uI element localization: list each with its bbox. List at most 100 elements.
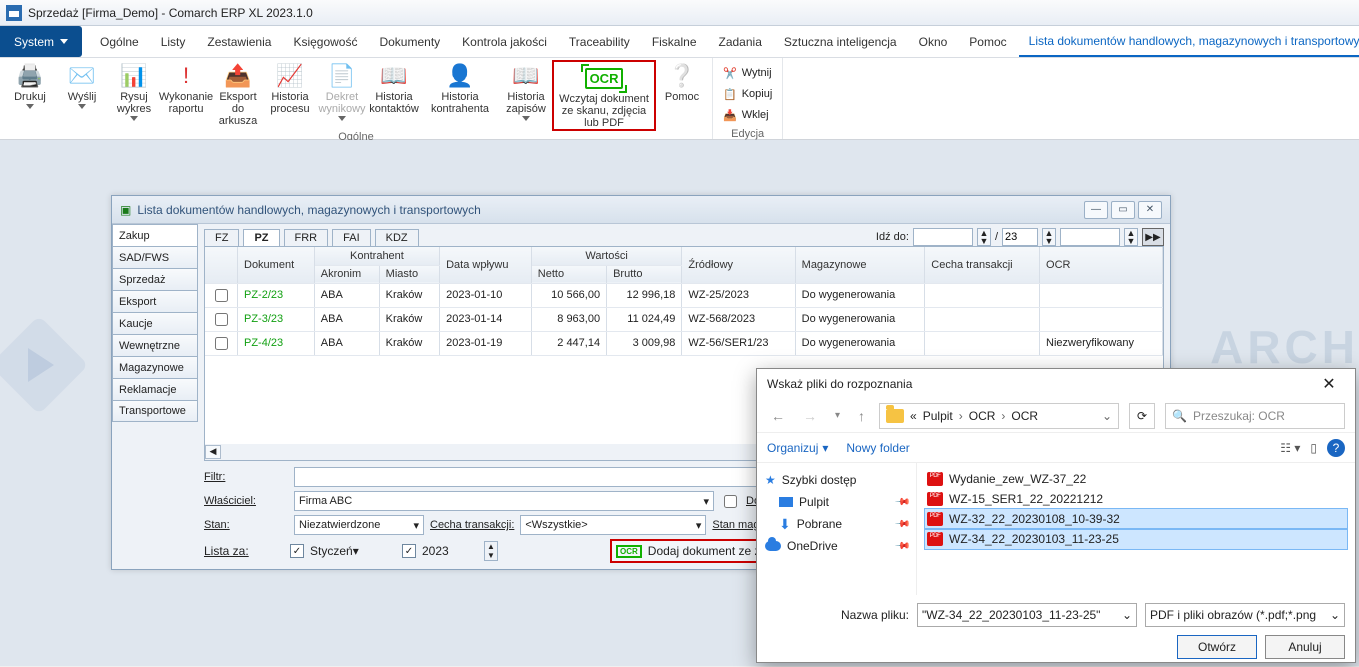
dokumenty-ocr-checkbox[interactable] bbox=[724, 495, 737, 508]
tab-kdz[interactable]: KDZ bbox=[375, 229, 419, 246]
dialog-close-button[interactable]: ✕ bbox=[1313, 372, 1345, 396]
menu-pomoc[interactable]: Pomoc bbox=[959, 26, 1016, 57]
menu-zadania[interactable]: Zadania bbox=[709, 26, 772, 57]
goto-spin-1[interactable]: ▲▼ bbox=[977, 228, 991, 246]
tab-pz[interactable]: PZ bbox=[243, 229, 279, 246]
col-cecha[interactable]: Cecha transakcji bbox=[925, 247, 1040, 283]
tab-fai[interactable]: FAI bbox=[332, 229, 371, 246]
side-tab-eksport[interactable]: Eksport bbox=[112, 290, 198, 312]
owner-select[interactable]: Firma ABC▾ bbox=[294, 491, 714, 511]
side-tab-zakup[interactable]: Zakup bbox=[112, 224, 198, 246]
month-select[interactable]: Styczeń▾ bbox=[310, 544, 396, 558]
menu-fiskalne[interactable]: Fiskalne bbox=[642, 26, 707, 57]
search-input[interactable]: 🔍 Przeszukaj: OCR bbox=[1165, 403, 1345, 429]
filename-input[interactable]: "WZ-34_22_20230103_11-23-25"⌄ bbox=[917, 603, 1137, 627]
file-list[interactable]: Wydanie_zew_WZ-37_22WZ-15_SER1_22_202212… bbox=[917, 463, 1355, 595]
view-menu-icon[interactable]: ☷ ▾ bbox=[1280, 441, 1300, 455]
ribbon-hist-kontaktow[interactable]: 📖Historia kontaktów bbox=[368, 60, 420, 131]
year-checkbox[interactable]: ✓ bbox=[402, 544, 416, 558]
window-close-button[interactable]: ✕ bbox=[1138, 201, 1162, 219]
month-checkbox[interactable]: ✓ bbox=[290, 544, 304, 558]
col-netto[interactable]: Netto bbox=[531, 265, 606, 283]
file-item[interactable]: WZ-32_22_20230108_10-39-32 bbox=[925, 509, 1347, 529]
menu-ogolne[interactable]: Ogólne bbox=[90, 26, 149, 57]
table-row[interactable]: PZ-4/23 ABAKraków2023-01-19 2 447,143 00… bbox=[205, 331, 1163, 355]
doc-number[interactable]: PZ-3/23 bbox=[244, 313, 283, 325]
menu-ai[interactable]: Sztuczna inteligencja bbox=[774, 26, 907, 57]
ribbon-pomoc[interactable]: ❔Pomoc bbox=[656, 60, 708, 131]
tab-fz[interactable]: FZ bbox=[204, 229, 239, 246]
help-icon[interactable]: ? bbox=[1327, 439, 1345, 457]
year-input[interactable]: 2023 bbox=[422, 544, 478, 558]
nav-recent-icon[interactable]: ▾ bbox=[831, 408, 844, 423]
window-maximize-button[interactable]: ▭ bbox=[1111, 201, 1135, 219]
scroll-left-icon[interactable]: ◀ bbox=[205, 445, 221, 459]
menu-dokumenty[interactable]: Dokumenty bbox=[369, 26, 450, 57]
tree-onedrive[interactable]: OneDrive📌 bbox=[765, 535, 908, 557]
side-tab-magazyn[interactable]: Magazynowe bbox=[112, 356, 198, 378]
row-checkbox[interactable] bbox=[215, 337, 228, 350]
tab-frr[interactable]: FRR bbox=[284, 229, 329, 246]
menu-zestawienia[interactable]: Zestawienia bbox=[197, 26, 281, 57]
breadcrumb[interactable]: « Pulpit› OCR› OCR ⌄ bbox=[879, 403, 1119, 429]
ribbon-hist-kontrahenta[interactable]: 👤Historia kontrahenta bbox=[420, 60, 500, 131]
doc-number[interactable]: PZ-4/23 bbox=[244, 337, 283, 349]
side-tab-kaucje[interactable]: Kaucje bbox=[112, 312, 198, 334]
col-dokument[interactable]: Dokument bbox=[238, 247, 315, 283]
goto-button[interactable]: ▶▶ bbox=[1142, 228, 1164, 246]
nav-forward-icon[interactable]: → bbox=[799, 406, 821, 426]
tree-quick-access[interactable]: ★Szybki dostęp bbox=[765, 469, 908, 491]
file-item[interactable]: Wydanie_zew_WZ-37_22 bbox=[925, 469, 1347, 489]
nav-back-icon[interactable]: ← bbox=[767, 406, 789, 426]
cancel-button[interactable]: Anuluj bbox=[1265, 635, 1345, 659]
menu-traceability[interactable]: Traceability bbox=[559, 26, 640, 57]
ribbon-wyslij[interactable]: ✉️Wyślij bbox=[56, 60, 108, 131]
col-data[interactable]: Data wpływu bbox=[440, 247, 532, 283]
ribbon-rysuj[interactable]: 📊Rysuj wykres bbox=[108, 60, 160, 131]
col-kontrahent[interactable]: Kontrahent bbox=[314, 247, 439, 265]
side-tab-sad[interactable]: SAD/FWS bbox=[112, 246, 198, 268]
goto-input-3[interactable] bbox=[1060, 228, 1120, 246]
row-checkbox[interactable] bbox=[215, 313, 228, 326]
col-miasto[interactable]: Miasto bbox=[379, 265, 439, 283]
refresh-button[interactable]: ⟳ bbox=[1129, 403, 1155, 429]
state-select[interactable]: Niezatwierdzone▾ bbox=[294, 515, 424, 535]
goto-spin-2[interactable]: ▲▼ bbox=[1042, 228, 1056, 246]
menu-lista-dokumentow[interactable]: Lista dokumentów handlowych, magazynowyc… bbox=[1019, 26, 1359, 57]
tree-downloads[interactable]: ⬇Pobrane📌 bbox=[765, 513, 908, 535]
file-item[interactable]: WZ-34_22_20230103_11-23-25 bbox=[925, 529, 1347, 549]
table-row[interactable]: PZ-2/23 ABAKraków2023-01-10 10 566,0012 … bbox=[205, 283, 1163, 307]
goto-spin-3[interactable]: ▲▼ bbox=[1124, 228, 1138, 246]
ribbon-drukuj[interactable]: 🖨️Drukuj bbox=[4, 60, 56, 131]
goto-input-2[interactable] bbox=[1002, 228, 1038, 246]
file-item[interactable]: WZ-15_SER1_22_20221212 bbox=[925, 489, 1347, 509]
nav-tree[interactable]: ★Szybki dostęp Pulpit📌 ⬇Pobrane📌 OneDriv… bbox=[757, 463, 917, 595]
ribbon-ocr[interactable]: OCRWczytaj dokument ze skanu, zdjęcia lu… bbox=[552, 60, 656, 131]
col-akronim[interactable]: Akronim bbox=[314, 265, 379, 283]
ribbon-kopiuj[interactable]: 📋Kopiuj bbox=[723, 84, 772, 104]
menu-listy[interactable]: Listy bbox=[151, 26, 196, 57]
side-tab-wewn[interactable]: Wewnętrzne bbox=[112, 334, 198, 356]
col-wartosci[interactable]: Wartości bbox=[531, 247, 682, 265]
ribbon-hist-zapisow[interactable]: 📖Historia zapisów bbox=[500, 60, 552, 131]
col-brutto[interactable]: Brutto bbox=[607, 265, 682, 283]
col-zrodlowy[interactable]: Źródłowy bbox=[682, 247, 795, 283]
nav-up-icon[interactable]: ↑ bbox=[854, 406, 869, 426]
year-spinner[interactable]: ▲▼ bbox=[484, 541, 498, 561]
cecha-select[interactable]: <Wszystkie>▾ bbox=[520, 515, 706, 535]
preview-pane-icon[interactable]: ▯ bbox=[1310, 441, 1317, 455]
ribbon-historia-proc[interactable]: 📈Historia procesu bbox=[264, 60, 316, 131]
filetype-select[interactable]: PDF i pliki obrazów (*.pdf;*.png⌄ bbox=[1145, 603, 1345, 627]
goto-input-1[interactable] bbox=[913, 228, 973, 246]
ribbon-wykonanie[interactable]: !Wykonanie raportu bbox=[160, 60, 212, 131]
window-minimize-button[interactable]: — bbox=[1084, 201, 1108, 219]
caret-down-icon[interactable]: ⌄ bbox=[1122, 608, 1132, 622]
ribbon-wklej[interactable]: 📥Wklej bbox=[723, 105, 772, 125]
menu-okno[interactable]: Okno bbox=[909, 26, 958, 57]
new-folder-button[interactable]: Nowy folder bbox=[846, 441, 909, 455]
side-tab-transport[interactable]: Transportowe bbox=[112, 400, 198, 422]
side-tab-sprzedaz[interactable]: Sprzedaż bbox=[112, 268, 198, 290]
doc-number[interactable]: PZ-2/23 bbox=[244, 289, 283, 301]
organize-menu[interactable]: Organizuj ▾ bbox=[767, 441, 828, 455]
row-checkbox[interactable] bbox=[215, 289, 228, 302]
